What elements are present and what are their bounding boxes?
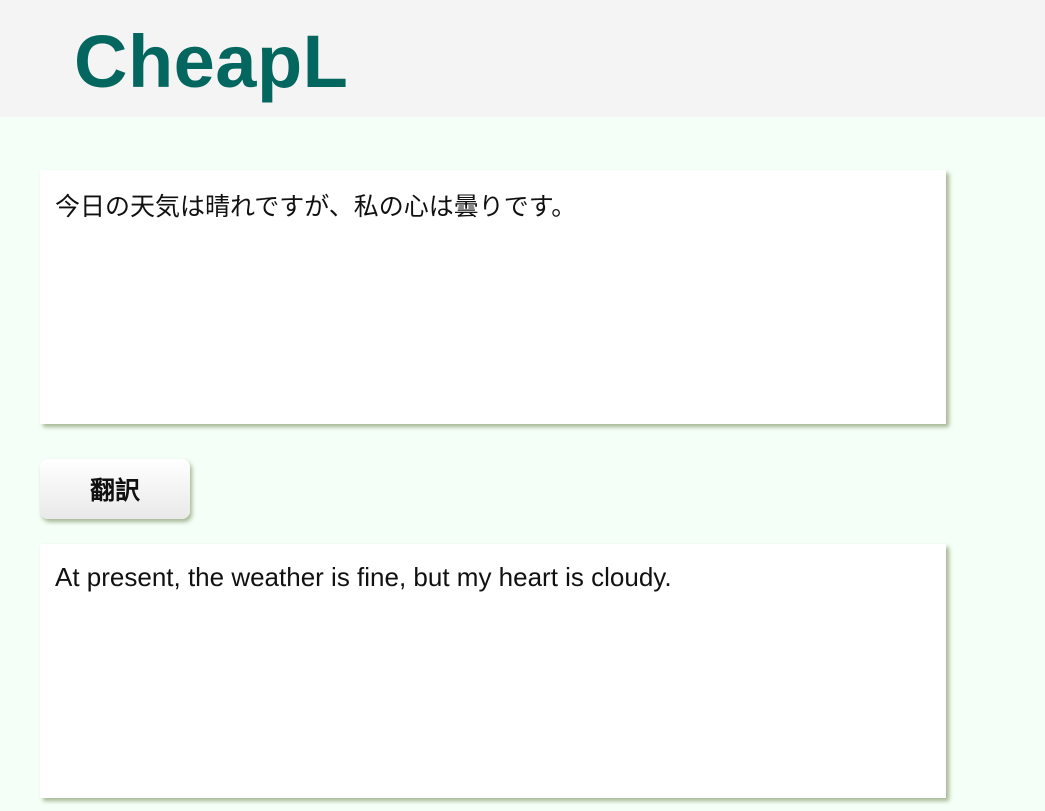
source-text-input[interactable]: 今日の天気は晴れですが、私の心は曇りです。 — [40, 170, 946, 424]
translation-output[interactable]: At present, the weather is fine, but my … — [40, 544, 946, 798]
app-logo: CheapL — [74, 20, 349, 103]
header-bar: CheapL — [0, 0, 1045, 117]
translate-button[interactable]: 翻訳 — [40, 459, 190, 519]
